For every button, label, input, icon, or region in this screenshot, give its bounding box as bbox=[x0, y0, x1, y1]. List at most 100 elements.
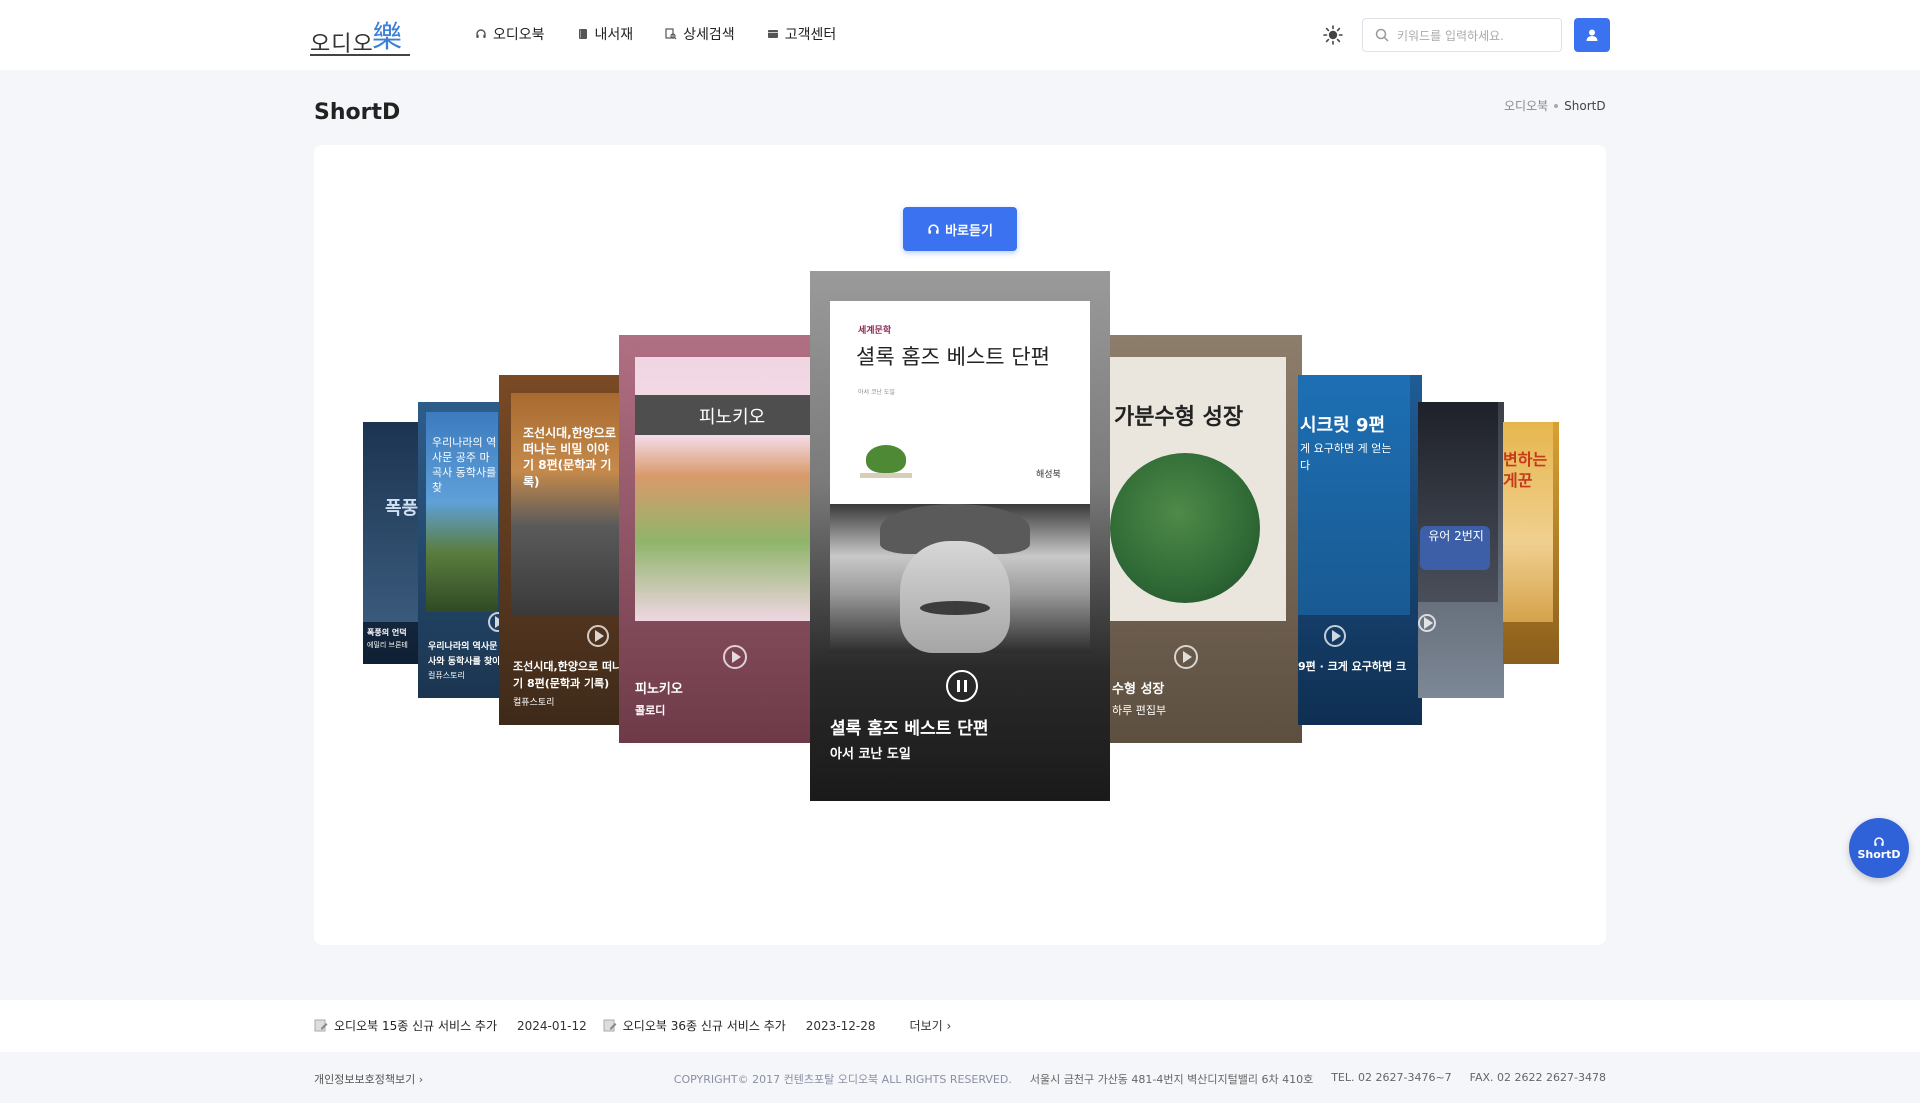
main-nav: 오디오북 내서재 상세검색 고객센터 bbox=[475, 24, 836, 44]
address: 서울시 금천구 가산동 481-4번지 벽산디지털밸리 6차 410호 bbox=[1029, 1073, 1314, 1086]
portrait-mustache bbox=[920, 601, 990, 615]
slide-author: 컬퓨스토리 bbox=[513, 698, 555, 708]
page-title: ShortD bbox=[314, 100, 401, 125]
search-doc-icon bbox=[665, 28, 677, 40]
nav-customer-center[interactable]: 고객센터 bbox=[767, 24, 837, 44]
nav-customer-center-label: 고객센터 bbox=[784, 27, 837, 43]
breadcrumb-current: ShortD bbox=[1564, 98, 1606, 113]
privacy-policy-link[interactable]: 개인정보보호정책보기 › bbox=[314, 1071, 423, 1087]
listen-now-button[interactable]: 바로듣기 bbox=[903, 207, 1017, 251]
logo[interactable]: 오디오 樂 bbox=[310, 10, 420, 60]
fax: FAX. 02 2622 2627-3478 bbox=[1469, 1071, 1606, 1084]
nav-my-library[interactable]: 내서재 bbox=[577, 24, 634, 44]
slide-title: 조선시대,한양으로 떠나 bbox=[513, 660, 623, 673]
play-icon[interactable] bbox=[1174, 645, 1198, 669]
notice-date: 2023-12-28 bbox=[805, 1018, 876, 1033]
headphones-icon bbox=[476, 29, 486, 38]
nav-detail-search-label: 상세검색 bbox=[683, 27, 735, 43]
notice-date: 2024-01-12 bbox=[517, 1018, 587, 1033]
notice-icon bbox=[314, 1019, 328, 1032]
slide-author: 콜로디 bbox=[635, 704, 666, 717]
slide-cover-text: 유어 2번지 bbox=[1428, 529, 1484, 543]
slide-title-line2: 기 8편(문학과 기록) bbox=[513, 677, 610, 690]
search-box bbox=[1362, 18, 1562, 52]
play-icon[interactable] bbox=[1324, 625, 1346, 647]
portrait-face bbox=[900, 541, 1010, 653]
logo-mark: 樂 bbox=[372, 20, 402, 55]
copyright: COPYRIGHT© 2017 컨텐츠포탈 오디오북 ALL RIGHTS RE… bbox=[673, 1073, 1012, 1086]
nav-audiobook-label: 오디오북 bbox=[493, 27, 545, 43]
slide-author: 하루 편집부 bbox=[1112, 704, 1167, 717]
slide-title: 피노키오 bbox=[635, 682, 683, 697]
header: 오디오 樂 오디오북 내서재 상세검색 고객센터 bbox=[0, 0, 1920, 70]
carousel-slide[interactable]: 변하는 게꾼 bbox=[1503, 422, 1559, 664]
play-icon[interactable] bbox=[587, 625, 609, 647]
footer: 개인정보보호정책보기 › COPYRIGHT© 2017 컨텐츠포탈 오디오북 … bbox=[0, 1052, 1920, 1103]
user-button[interactable] bbox=[1574, 18, 1610, 52]
cover-subtitle: 아서 코난 도일 bbox=[858, 389, 895, 396]
carousel-slide[interactable]: 우리나라의 역사문 공주 마곡사 동학사를 찾 우리나라의 역사문 사와 동학사… bbox=[418, 402, 504, 698]
listen-now-label: 바로듣기 bbox=[945, 223, 993, 239]
more-link[interactable]: 더보기 › bbox=[910, 1017, 952, 1034]
pause-button[interactable] bbox=[946, 670, 978, 702]
help-desk-icon bbox=[767, 30, 778, 38]
user-icon bbox=[1586, 29, 1598, 41]
notice-item[interactable]: 오디오북 36종 신규 서비스 추가 bbox=[603, 1017, 786, 1034]
more-label: 더보기 bbox=[909, 1019, 943, 1033]
breadcrumb-separator bbox=[1554, 103, 1559, 108]
logo-underline bbox=[310, 54, 410, 56]
slide-cover-illustration bbox=[1110, 453, 1260, 603]
play-icon[interactable] bbox=[723, 645, 747, 669]
tel: TEL. 02 2627-3476~7 bbox=[1331, 1071, 1452, 1084]
carousel-slide[interactable]: 시크릿 9편 게 요구하면 게 얻는다 9편 · 크게 요구하면 크 bbox=[1298, 375, 1422, 725]
slide-cover-text: 피노키오 bbox=[699, 407, 766, 428]
search-input[interactable] bbox=[1397, 25, 1555, 47]
footer-info: COPYRIGHT© 2017 컨텐츠포탈 오디오북 ALL RIGHTS RE… bbox=[674, 1071, 1606, 1087]
tree-illustration bbox=[866, 445, 906, 473]
slide-cover-subtext: 게 요구하면 게 얻는다 bbox=[1300, 442, 1392, 472]
chevron-right-icon: › bbox=[418, 1073, 424, 1086]
slide-cover-text: 가분수형 성장 bbox=[1114, 405, 1244, 430]
carousel-slide[interactable]: 가분수형 성장 수형 성장 하루 편집부 bbox=[1110, 335, 1302, 743]
headphones-icon bbox=[928, 223, 939, 234]
floating-shortd-button[interactable]: ShortD bbox=[1849, 818, 1909, 878]
carousel-slide[interactable]: 폭풍 폭풍의 언덕 에밀리 브론테 bbox=[363, 422, 419, 664]
carousel-slide-active[interactable]: 세계문학 셜록 홈즈 베스트 단편 아서 코난 도일 해성북 셜록 홈즈 베스트… bbox=[810, 271, 1110, 801]
sun-icon[interactable] bbox=[1321, 23, 1345, 47]
nav-audiobook[interactable]: 오디오북 bbox=[475, 24, 545, 44]
breadcrumb: 오디오북 ShortD bbox=[1504, 97, 1606, 114]
search-icon bbox=[1375, 28, 1389, 42]
carousel-slide[interactable]: 피노키오 피노키오 콜로디 bbox=[619, 335, 811, 743]
play-icon[interactable] bbox=[1418, 614, 1436, 632]
carousel-slide[interactable]: 조선시대,한양으로 떠나는 비밀 이야기 8편(문학과 기록) 조선시대,한양으… bbox=[499, 375, 623, 725]
cover-category: 세계문학 bbox=[858, 326, 892, 336]
notice-text: 오디오북 36종 신규 서비스 추가 bbox=[622, 1019, 786, 1033]
headphones-icon bbox=[1874, 836, 1884, 846]
slide-cover-text: 변하는 게꾼 bbox=[1503, 450, 1548, 490]
chevron-right-icon: › bbox=[946, 1019, 952, 1033]
slide-cover bbox=[363, 422, 419, 622]
notice-list: 오디오북 15종 신규 서비스 추가 2024-01-12 오디오북 36종 신… bbox=[314, 1017, 951, 1034]
breadcrumb-home[interactable]: 오디오북 bbox=[1504, 97, 1548, 114]
privacy-label: 개인정보보호정책보기 bbox=[314, 1073, 416, 1086]
cover-publisher: 해성북 bbox=[1036, 470, 1061, 480]
notice-icon bbox=[603, 1019, 617, 1032]
nav-detail-search[interactable]: 상세검색 bbox=[665, 24, 735, 44]
slide-cover-text: 우리나라의 역사문 공주 마곡사 동학사를 찾 bbox=[432, 436, 497, 494]
slide-title: 우리나라의 역사문 bbox=[428, 642, 498, 652]
slide-cover-text: 조선시대,한양으로 떠나는 비밀 이야기 8편(문학과 기록) bbox=[523, 426, 616, 489]
carousel-slide[interactable]: 유어 2번지 bbox=[1418, 402, 1504, 698]
notice-item[interactable]: 오디오북 15종 신규 서비스 추가 bbox=[314, 1017, 497, 1034]
slide-author: 에밀리 브론테 bbox=[367, 641, 408, 649]
nav-my-library-label: 내서재 bbox=[594, 27, 634, 43]
slide-author: 컬퓨스토리 bbox=[428, 671, 465, 680]
slide-title: 9편 · 크게 요구하면 크 bbox=[1298, 660, 1407, 673]
slide-title: 폭풍의 언덕 bbox=[367, 628, 407, 637]
shortd-player-card: 바로듣기 폭풍 폭풍의 언덕 에밀리 브론테 우리나라의 역사문 공주 마곡사 … bbox=[314, 145, 1606, 945]
slide-cover-text: 폭풍 bbox=[385, 498, 419, 519]
tree-book bbox=[860, 473, 912, 478]
notice-text: 오디오북 15종 신규 서비스 추가 bbox=[334, 1019, 498, 1033]
notice-bar: 오디오북 15종 신규 서비스 추가 2024-01-12 오디오북 36종 신… bbox=[0, 1000, 1920, 1052]
slide-title: 수형 성장 bbox=[1112, 682, 1165, 697]
pause-icon-bar bbox=[964, 680, 967, 692]
